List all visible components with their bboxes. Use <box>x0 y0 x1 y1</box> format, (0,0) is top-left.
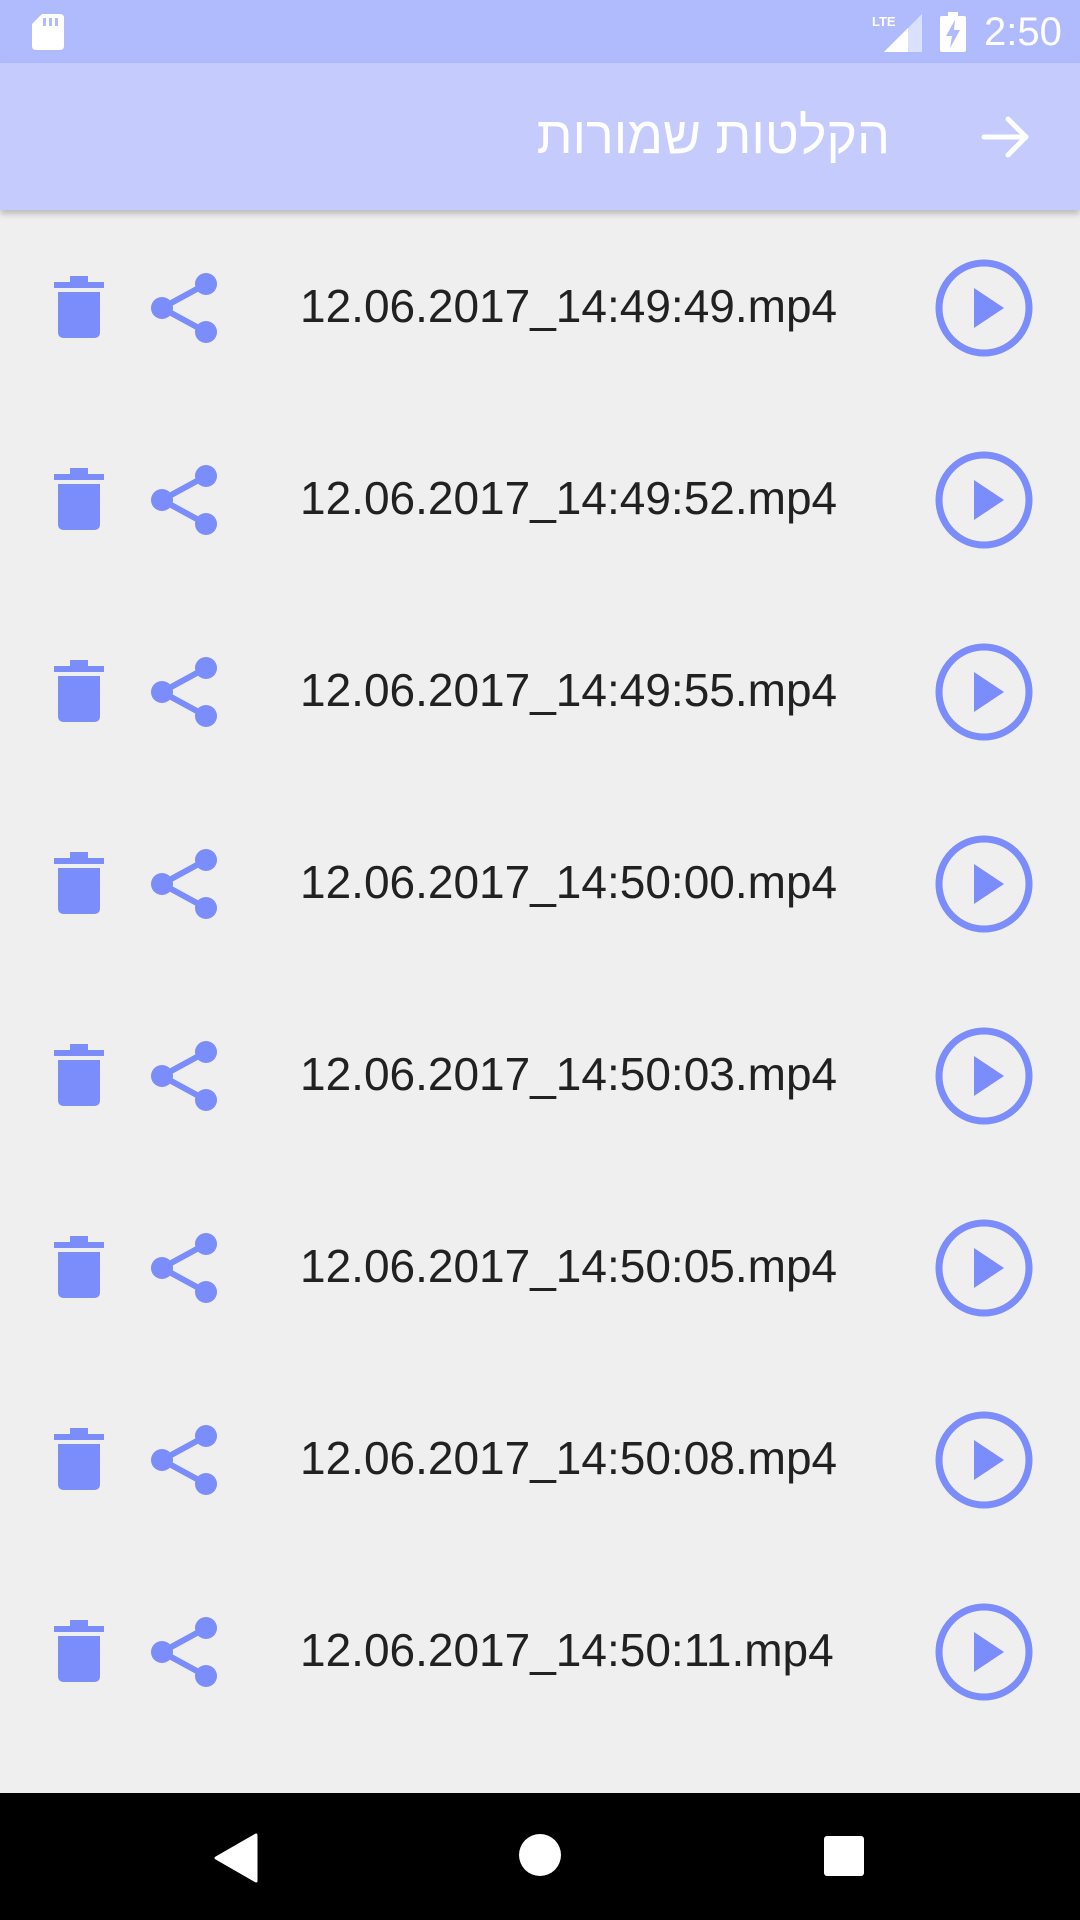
page-title: הקלטות שמורות <box>536 107 890 165</box>
status-time: 2:50 <box>984 10 1062 54</box>
share-icon[interactable] <box>148 1040 220 1112</box>
recording-filename: 12.06.2017_14:50:11.mp4 <box>300 1624 834 1676</box>
recording-filename: 12.06.2017_14:50:00.mp4 <box>300 856 838 908</box>
list-item-partial <box>0 1746 1080 1793</box>
recording-filename: 12.06.2017_14:50:05.mp4 <box>300 1240 838 1292</box>
share-icon[interactable] <box>148 1616 220 1688</box>
share-icon[interactable] <box>148 1424 220 1496</box>
recording-filename: 12.06.2017_14:49:55.mp4 <box>300 664 838 716</box>
share-icon[interactable] <box>148 272 220 344</box>
nav-back-icon[interactable] <box>214 1833 258 1883</box>
recordings-list[interactable]: 12.06.2017_14:49:49.mp4 12.06.2017_14:49… <box>0 210 1080 1793</box>
play-circle-icon[interactable] <box>934 1602 1034 1702</box>
sd-card-icon <box>32 14 64 50</box>
svg-text:LTE: LTE <box>872 14 896 29</box>
trash-icon[interactable] <box>54 468 104 530</box>
recording-filename: 12.06.2017_14:50:03.mp4 <box>300 1048 838 1100</box>
play-circle-icon[interactable] <box>934 450 1034 550</box>
share-icon[interactable] <box>148 848 220 920</box>
list-item: 12.06.2017_14:50:00.mp4 <box>0 786 1080 978</box>
list-item: 12.06.2017_14:49:49.mp4 <box>0 210 1080 402</box>
trash-icon[interactable] <box>54 1044 104 1106</box>
nav-home-icon[interactable] <box>518 1833 562 1877</box>
app-bar: הקלטות שמורות <box>0 63 1080 210</box>
navigation-bar <box>0 1793 1080 1920</box>
list-item: 12.06.2017_14:50:05.mp4 <box>0 1170 1080 1362</box>
trash-icon[interactable] <box>54 276 104 338</box>
trash-icon[interactable] <box>54 852 104 914</box>
recording-filename: 12.06.2017_14:49:49.mp4 <box>300 280 838 332</box>
status-bar: LTE 2:50 <box>0 0 1080 63</box>
play-circle-icon[interactable] <box>934 258 1034 358</box>
play-circle-icon[interactable] <box>934 1410 1034 1510</box>
arrow-right-icon[interactable] <box>980 111 1032 163</box>
list-item: 12.06.2017_14:50:11.mp4 <box>0 1554 1080 1746</box>
share-icon[interactable] <box>148 464 220 536</box>
list-item: 12.06.2017_14:49:55.mp4 <box>0 594 1080 786</box>
trash-icon[interactable] <box>54 1236 104 1298</box>
recording-filename: 12.06.2017_14:49:52.mp4 <box>300 472 838 524</box>
trash-icon[interactable] <box>54 1428 104 1490</box>
play-circle-icon[interactable] <box>934 834 1034 934</box>
play-circle-icon[interactable] <box>934 642 1034 742</box>
play-circle-icon[interactable] <box>934 1026 1034 1126</box>
list-item: 12.06.2017_14:50:03.mp4 <box>0 978 1080 1170</box>
trash-icon[interactable] <box>54 660 104 722</box>
trash-icon[interactable] <box>54 1620 104 1682</box>
recording-filename: 12.06.2017_14:50:08.mp4 <box>300 1432 838 1484</box>
nav-recents-icon[interactable] <box>823 1835 865 1877</box>
play-circle-icon[interactable] <box>934 1218 1034 1318</box>
list-item: 12.06.2017_14:49:52.mp4 <box>0 402 1080 594</box>
list-item: 12.06.2017_14:50:08.mp4 <box>0 1362 1080 1554</box>
lte-signal-icon: LTE <box>872 14 922 52</box>
share-icon[interactable] <box>148 1232 220 1304</box>
battery-charging-icon <box>940 12 966 52</box>
share-icon[interactable] <box>148 656 220 728</box>
